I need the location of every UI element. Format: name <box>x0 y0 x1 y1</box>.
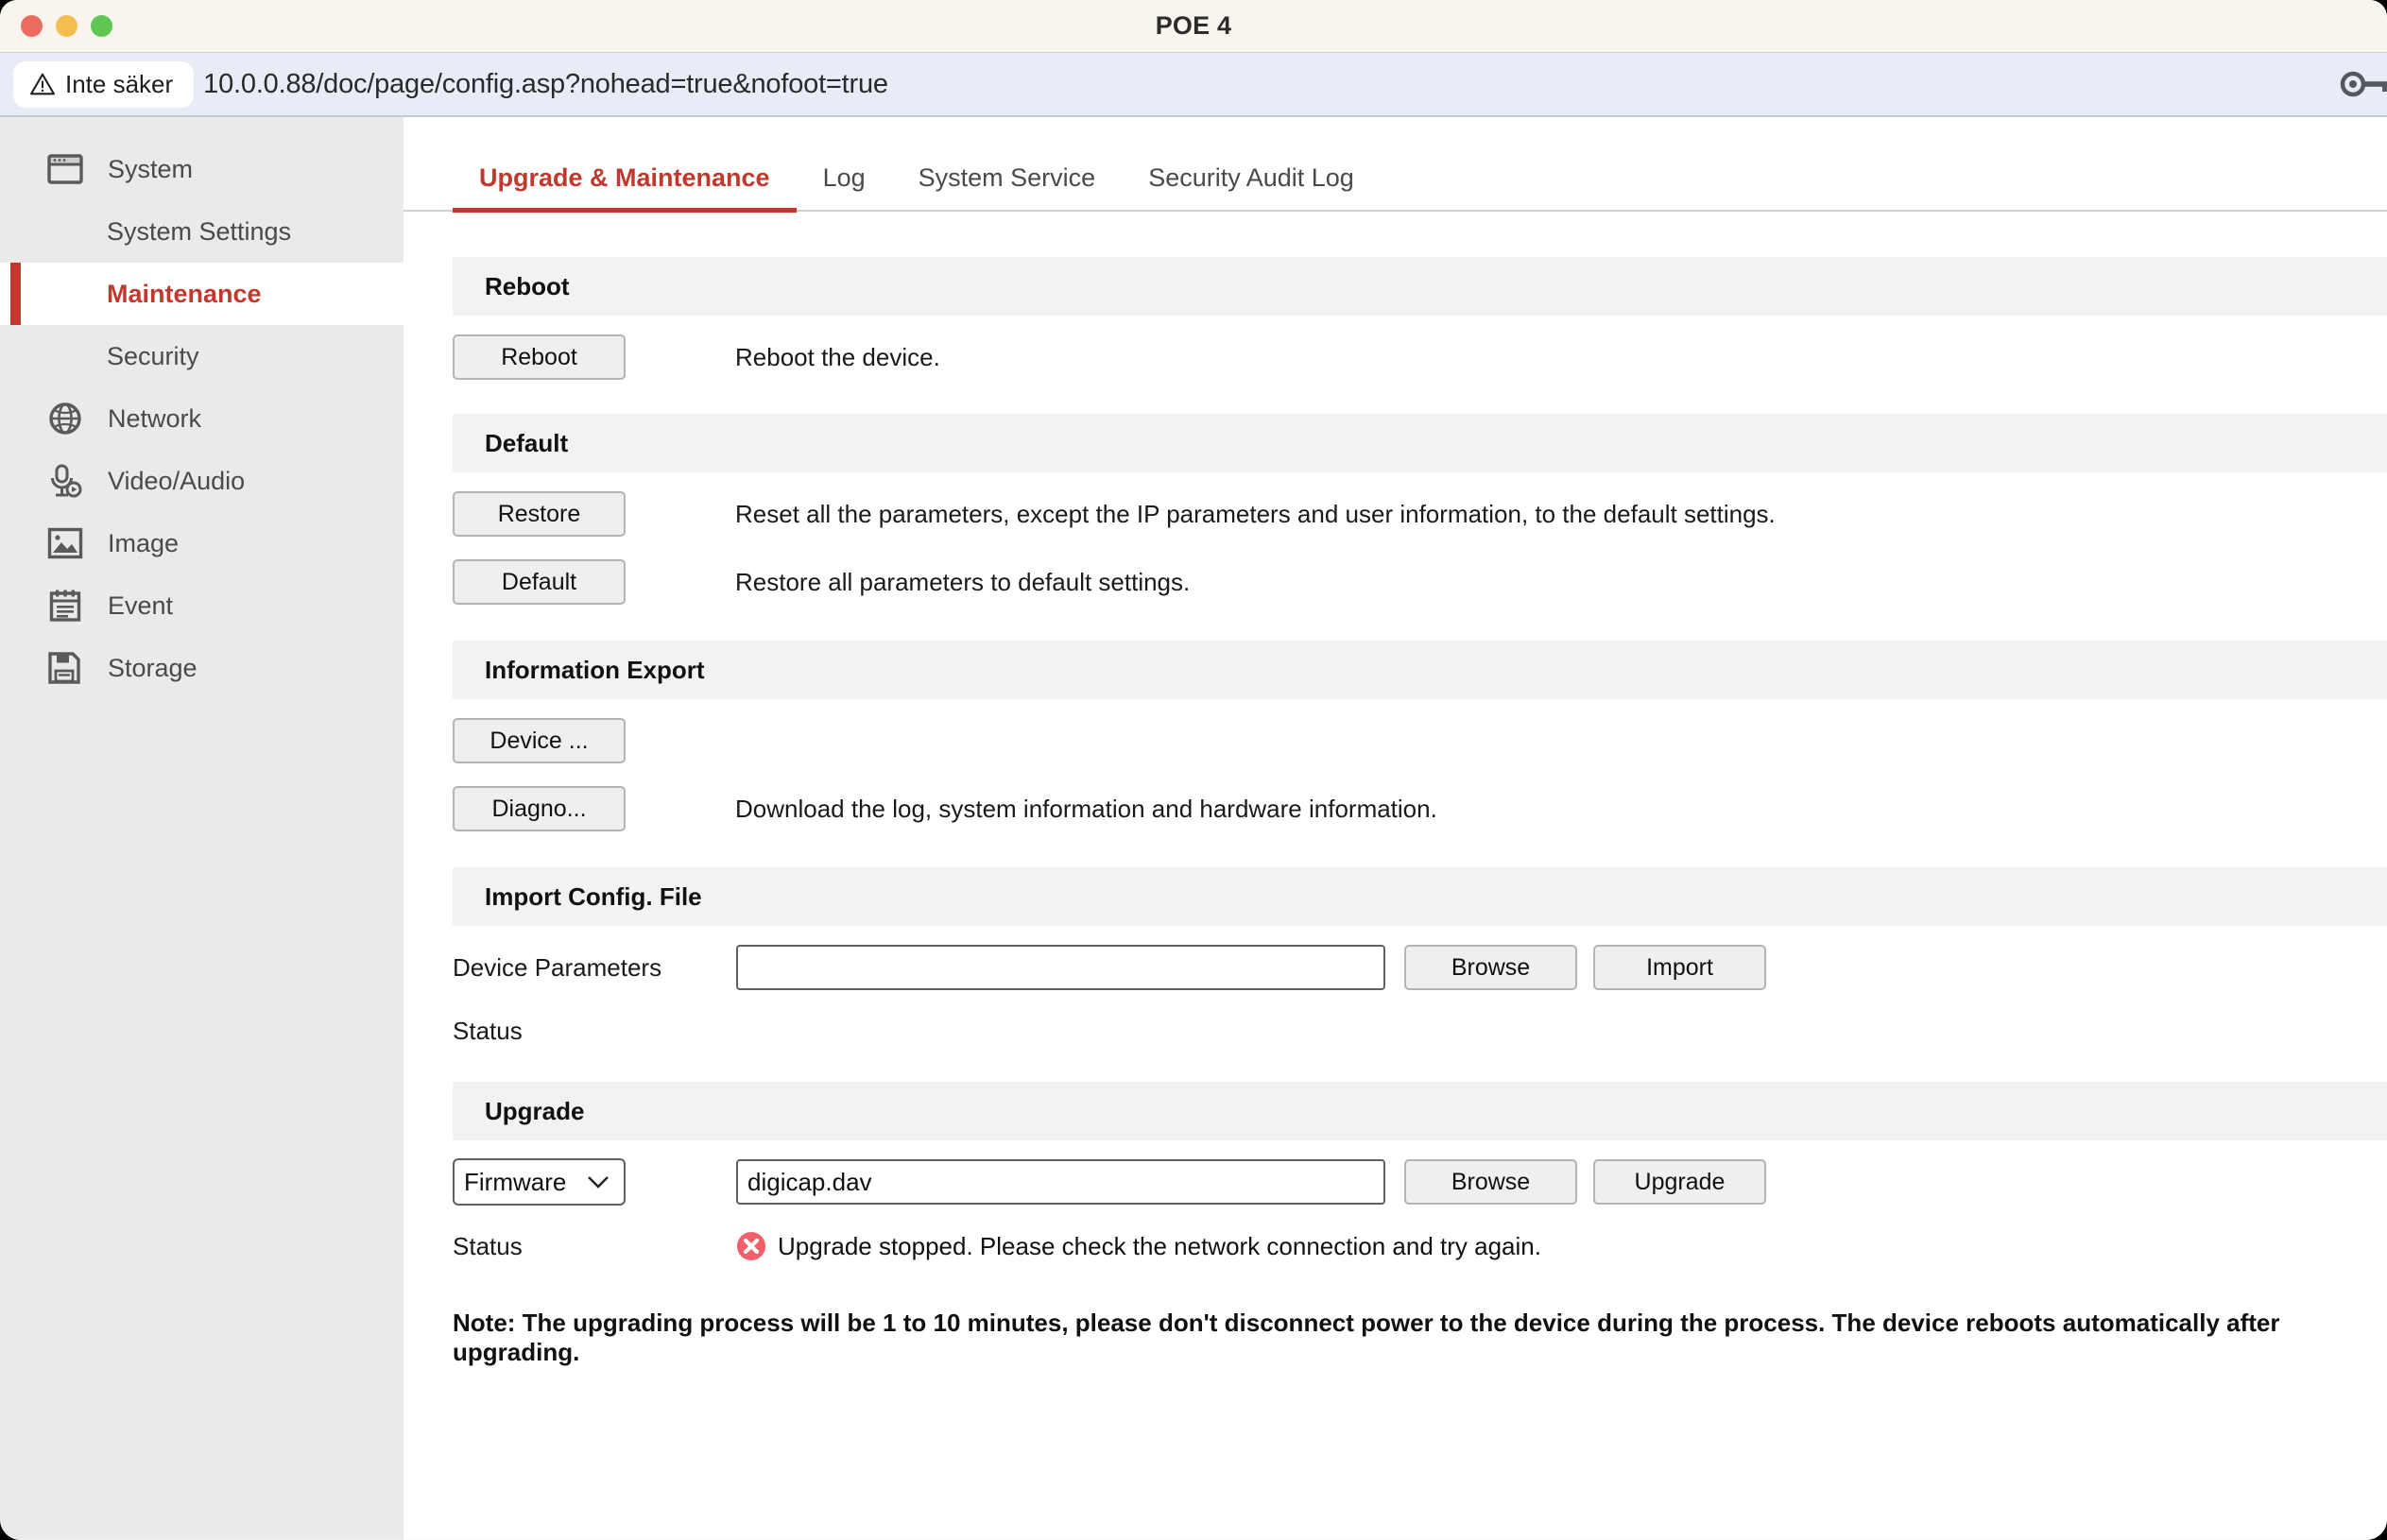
key-icon[interactable] <box>2338 70 2387 98</box>
restore-button[interactable]: Restore <box>453 491 626 537</box>
diagnose-info-description: Download the log, system information and… <box>735 794 1437 823</box>
sidebar-item-system-settings[interactable]: System Settings <box>0 200 404 263</box>
upgrade-status-label: Status <box>453 1231 523 1260</box>
upgrade-type-select-wrap: Firmware <box>453 1158 626 1206</box>
reboot-button[interactable]: Reboot <box>453 334 626 380</box>
warning-triangle-icon <box>30 73 55 95</box>
sidebar-item-label: Video/Audio <box>108 466 246 495</box>
upgrade-status-message-wrap: Upgrade stopped. Please check the networ… <box>736 1231 1541 1261</box>
reboot-row: Reboot Reboot the device. <box>404 329 2387 385</box>
section-heading-reboot: Reboot <box>453 257 2387 316</box>
floppy-disk-icon <box>47 651 91 685</box>
upgrade-status-message: Upgrade stopped. Please check the networ… <box>778 1231 1541 1260</box>
calendar-icon <box>47 589 91 623</box>
url-text[interactable]: 10.0.0.88/doc/page/config.asp?nohead=tru… <box>203 69 888 100</box>
upgrade-maintenance-panel: Reboot Reboot Reboot the device. Default… <box>404 212 2387 1367</box>
upgrade-browse-button[interactable]: Browse <box>1404 1159 1577 1205</box>
tab-security-audit-log[interactable]: Security Audit Log <box>1122 163 1381 210</box>
tab-upgrade-maintenance[interactable]: Upgrade & Maintenance <box>453 163 797 213</box>
microphone-icon <box>47 463 91 499</box>
restore-row: Restore Reset all the parameters, except… <box>404 486 2387 542</box>
default-button[interactable]: Default <box>453 559 626 605</box>
firmware-file-input[interactable] <box>736 1159 1385 1205</box>
browser-window: POE 4 Inte säker 10.0.0.88/doc/page/conf… <box>0 0 2387 1540</box>
sidebar-item-label: System <box>108 154 194 183</box>
section-heading-import-config: Import Config. File <box>453 867 2387 926</box>
sidebar-item-label: Network <box>108 403 202 433</box>
diagnose-info-row: Diagno... Download the log, system infor… <box>404 780 2387 837</box>
security-status-chip[interactable]: Inte säker <box>13 60 195 108</box>
sidebar-item-system[interactable]: System <box>0 138 404 200</box>
restore-description: Reset all the parameters, except the IP … <box>735 499 1776 528</box>
device-parameters-row: Device Parameters Browse Import <box>404 939 2387 996</box>
sidebar-item-label: Event <box>108 590 174 620</box>
main-content: Upgrade & Maintenance Log System Service… <box>404 117 2387 1538</box>
error-circle-icon <box>737 1232 765 1260</box>
upgrade-type-select[interactable]: Firmware <box>453 1158 626 1206</box>
sidebar-item-network[interactable]: Network <box>0 387 404 450</box>
upgrade-note: Note: The upgrading process will be 1 to… <box>453 1309 2280 1366</box>
picture-icon <box>47 527 91 559</box>
upgrade-button[interactable]: Upgrade <box>1593 1159 1766 1205</box>
globe-icon <box>47 401 91 436</box>
device-info-row: Device ... <box>404 712 2387 769</box>
sidebar-item-event[interactable]: Event <box>0 574 404 637</box>
sidebar-item-image[interactable]: Image <box>0 512 404 574</box>
window-title: POE 4 <box>1155 11 1232 40</box>
upgrade-status-row: Status Upgrade stopped. Please check the… <box>404 1231 2387 1261</box>
browser-url-bar[interactable]: Inte säker 10.0.0.88/doc/page/config.asp… <box>0 53 2387 117</box>
reboot-description: Reboot the device. <box>735 342 940 371</box>
device-info-button[interactable]: Device ... <box>453 718 626 763</box>
device-parameters-label: Device Parameters <box>453 952 662 982</box>
sidebar-item-security[interactable]: Security <box>0 325 404 387</box>
sidebar-item-video-audio[interactable]: Video/Audio <box>0 450 404 512</box>
import-status-row: Status <box>404 1017 2387 1046</box>
tab-bar: Upgrade & Maintenance Log System Service… <box>404 138 2387 213</box>
diagnose-info-button[interactable]: Diagno... <box>453 786 626 831</box>
tab-system-service[interactable]: System Service <box>892 163 1123 210</box>
sidebar-item-label: Security <box>107 341 199 370</box>
section-heading-information-export: Information Export <box>453 641 2387 699</box>
section-heading-upgrade: Upgrade <box>453 1082 2387 1140</box>
sidebar-item-label: System Settings <box>107 216 292 246</box>
window-titlebar: POE 4 <box>0 0 2387 53</box>
sidebar-item-storage[interactable]: Storage <box>0 637 404 699</box>
default-description: Restore all parameters to default settin… <box>735 567 1191 596</box>
sidebar-item-label: Maintenance <box>107 279 262 308</box>
window-icon <box>47 153 91 185</box>
upgrade-row: Firmware Browse Upgrade <box>404 1154 2387 1210</box>
sidebar-item-label: Image <box>108 528 180 557</box>
sidebar-item-maintenance[interactable]: Maintenance <box>0 263 404 325</box>
tab-log[interactable]: Log <box>797 163 892 210</box>
import-button[interactable]: Import <box>1593 945 1766 990</box>
import-status-label: Status <box>453 1017 523 1045</box>
default-row: Default Restore all parameters to defaul… <box>404 554 2387 610</box>
security-status-label: Inte säker <box>65 69 174 98</box>
sidebar-item-label: Storage <box>108 653 197 682</box>
device-parameters-input[interactable] <box>736 945 1385 990</box>
import-browse-button[interactable]: Browse <box>1404 945 1577 990</box>
sidebar: System System Settings Maintenance Secur… <box>0 117 404 1538</box>
section-heading-default: Default <box>453 414 2387 472</box>
page-body: System System Settings Maintenance Secur… <box>0 117 2387 1538</box>
